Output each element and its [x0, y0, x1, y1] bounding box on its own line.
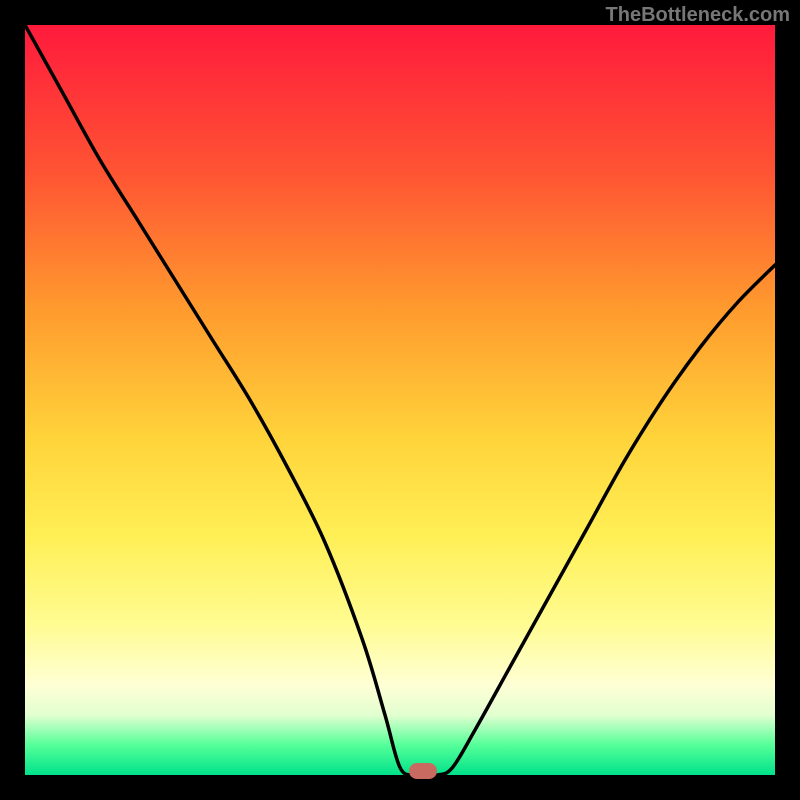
optimal-point-marker [409, 763, 437, 779]
plot-area [25, 25, 775, 775]
chart-frame: TheBottleneck.com [0, 0, 800, 800]
curve-path [25, 25, 775, 775]
watermark-label: TheBottleneck.com [606, 4, 790, 27]
bottleneck-curve [25, 25, 775, 775]
